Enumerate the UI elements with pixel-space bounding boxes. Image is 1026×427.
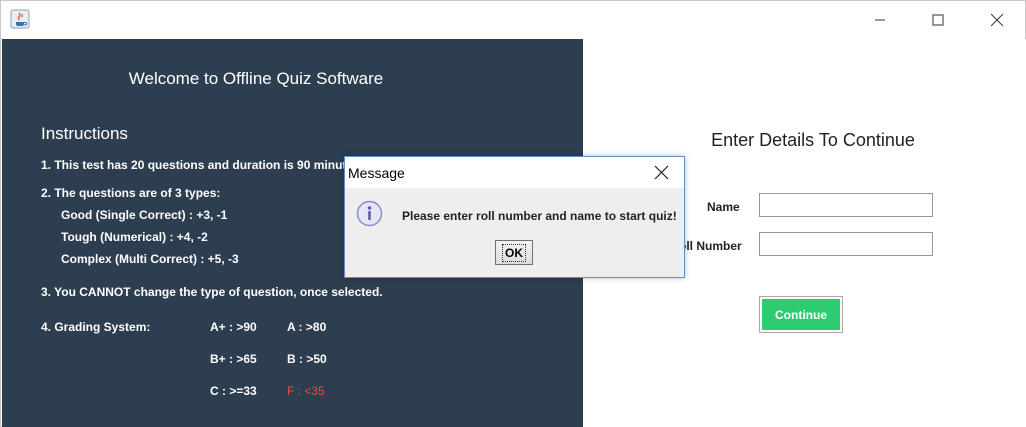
maximize-icon[interactable]	[927, 9, 949, 31]
dialog-title: Message	[348, 165, 405, 181]
rule-4: 4. Grading System:	[41, 320, 151, 334]
rule-1: 1. This test has 20 questions and durati…	[41, 158, 354, 172]
grade-c: C : >=33	[210, 384, 257, 398]
welcome-title: Welcome to Offline Quiz Software	[128, 69, 384, 88]
continue-button[interactable]: Continue	[762, 299, 840, 330]
grade-b-plus: B+ : >65	[210, 352, 257, 366]
roll-number-label: oll Number	[679, 239, 742, 253]
dialog-close-icon[interactable]	[653, 164, 670, 181]
grade-a: A : >80	[287, 320, 327, 334]
ok-button-label: OK	[502, 243, 526, 262]
java-app-icon	[10, 9, 30, 29]
ok-button[interactable]: OK	[495, 240, 533, 265]
rule-3: 3. You CANNOT change the type of questio…	[41, 285, 383, 299]
grade-f: F : <35	[287, 384, 325, 398]
continue-button-frame[interactable]: Continue	[759, 296, 843, 333]
dialog-title-bar: Message	[345, 157, 684, 188]
rule-2: 2. The questions are of 3 types:	[41, 186, 221, 200]
question-type-complex: Complex (Multi Correct) : +5, -3	[61, 252, 239, 266]
name-field[interactable]	[759, 193, 933, 217]
app-window: Welcome to Offline Quiz Software Instruc…	[0, 0, 1026, 427]
close-icon[interactable]	[986, 9, 1008, 31]
name-label: Name	[707, 200, 740, 214]
question-type-tough: Tough (Numerical) : +4, -2	[61, 230, 208, 244]
instructions-heading: Instructions	[41, 124, 128, 143]
info-icon	[356, 200, 383, 227]
minimize-icon[interactable]	[869, 9, 891, 31]
message-dialog: Message Please enter roll number and nam…	[344, 156, 685, 278]
grade-a-plus: A+ : >90	[210, 320, 257, 334]
roll-number-field[interactable]	[759, 232, 933, 256]
details-title: Enter Details To Continue	[711, 130, 915, 150]
title-bar	[1, 1, 1025, 38]
question-type-good: Good (Single Correct) : +3, -1	[61, 208, 228, 222]
grade-b: B : >50	[287, 352, 327, 366]
dialog-message: Please enter roll number and name to sta…	[402, 209, 677, 223]
